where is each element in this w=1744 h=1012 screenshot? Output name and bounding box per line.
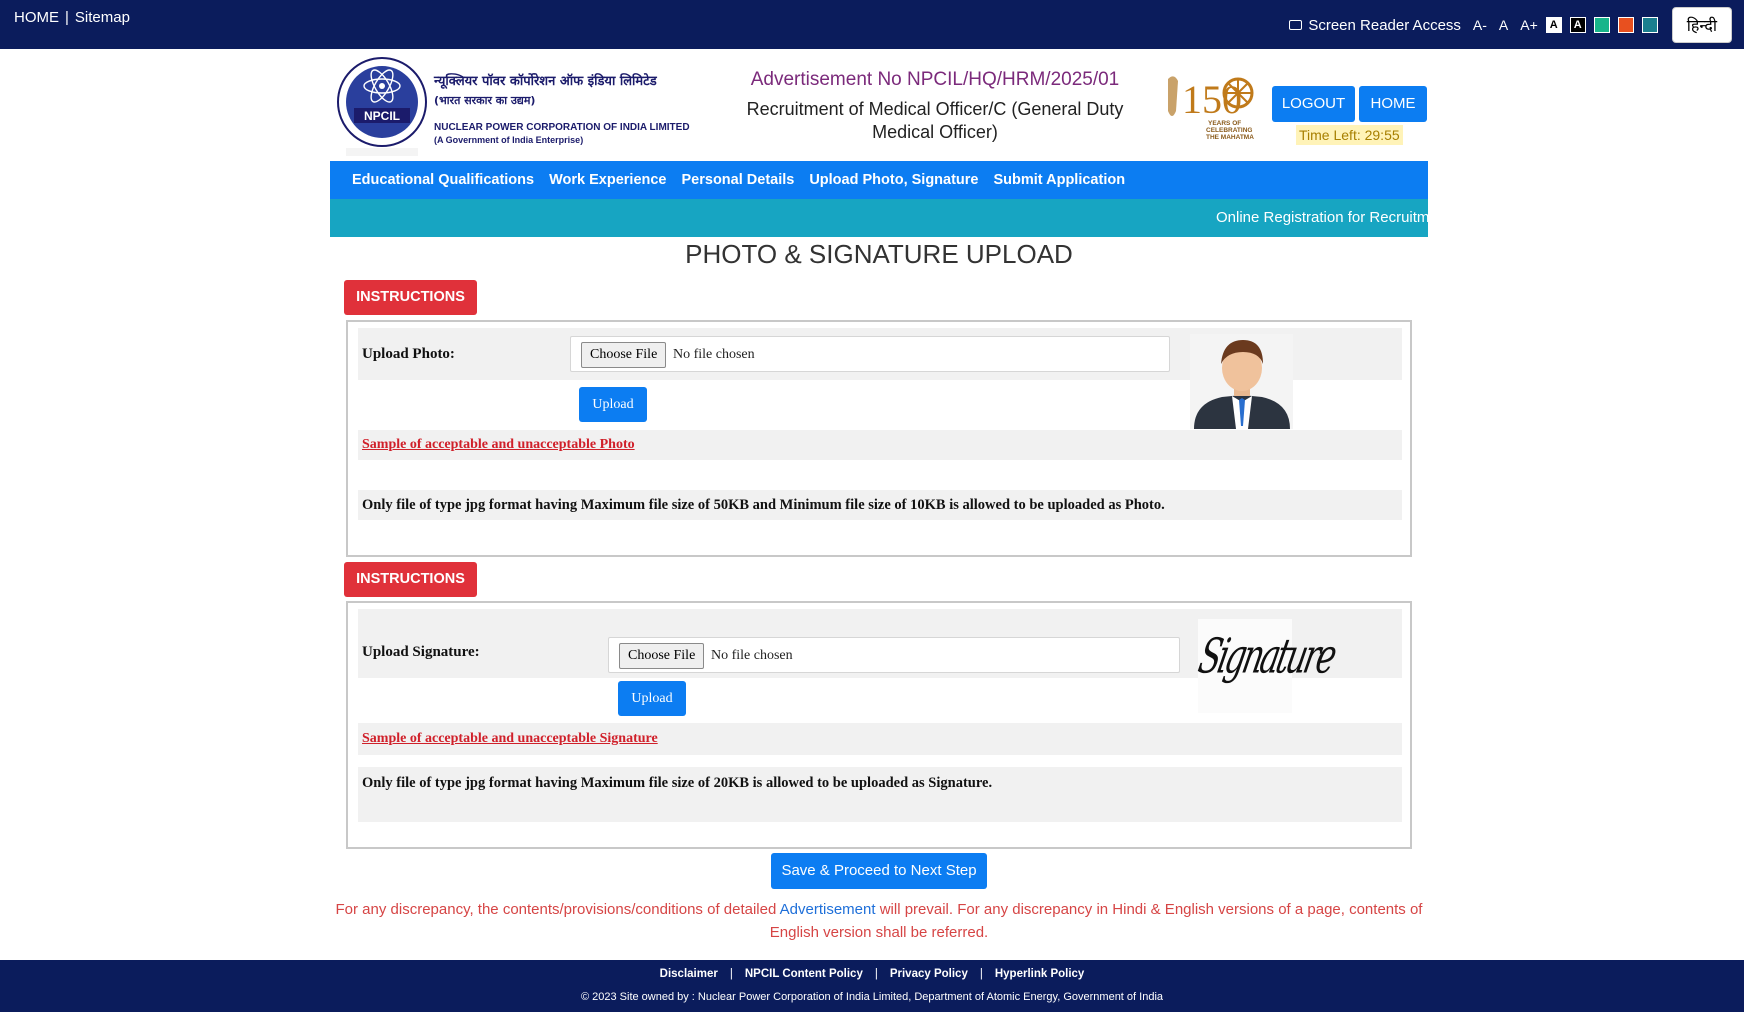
signature-file-note: Only file of type jpg format having Maxi… (362, 775, 993, 791)
top-links: HOME | Sitemap (14, 9, 130, 26)
screen-reader-icon (1289, 19, 1303, 30)
photo-file-input[interactable]: Choose File No file chosen (570, 336, 1170, 372)
separator: | (65, 9, 69, 26)
emblem-caption-3: THE MAHATMA (1206, 134, 1254, 141)
photo-choose-file-button[interactable]: Choose File (581, 342, 667, 368)
recruitment-title: Recruitment of Medical Officer/C (Genera… (746, 99, 1124, 142)
marquee-text: Online Registration for Recruitm (1216, 209, 1428, 226)
header: NPCIL न्यूक्लियर पॉवर कॉर्पोरेशन ऑफ इंडि… (330, 49, 1428, 161)
photo-sample-link[interactable]: Sample of acceptable and unacceptable Ph… (362, 437, 635, 453)
signature-sample-image: Signature (1194, 619, 1339, 713)
save-proceed-button[interactable]: Save & Proceed to Next Step (771, 853, 987, 889)
nav-educational-qualifications[interactable]: Educational Qualifications (352, 172, 534, 188)
separator: | (874, 968, 878, 980)
signature-choose-file-button[interactable]: Choose File (619, 643, 705, 669)
theme-white-button[interactable]: A (1545, 17, 1562, 33)
theme-green-button[interactable] (1593, 17, 1610, 33)
emblem-caption-1: YEARS OF (1208, 120, 1241, 127)
screen-reader-label: Screen Reader Access (1308, 16, 1461, 34)
signature-instructions-button[interactable]: INSTRUCTIONS (344, 562, 477, 597)
signature-sample-text: Signature (1193, 627, 1340, 685)
signature-file-input[interactable]: Choose File No file chosen (608, 637, 1180, 673)
org-name-hindi: न्यूक्लियर पॉवर कॉर्पोरेशन ऑफ इंडिया लिम… (434, 74, 657, 89)
photo-note-row: Only file of type jpg format having Maxi… (358, 490, 1402, 520)
time-left-counter: Time Left: 29:55 (1296, 125, 1403, 145)
nav-personal-details[interactable]: Personal Details (682, 172, 795, 188)
org-subtitle-hindi: (भारत सरकार का उद्यम) (434, 94, 536, 107)
photo-sample-row: Sample of acceptable and unacceptable Ph… (358, 430, 1402, 460)
org-subtitle-english: (A Government of India Enterprise) (434, 135, 584, 145)
signature-upload-button[interactable]: Upload (618, 681, 686, 716)
hindi-language-button[interactable]: हिन्दी (1671, 7, 1732, 43)
photo-upload-button[interactable]: Upload (579, 387, 647, 422)
copyright-text: © 2023 Site owned by : Nuclear Power Cor… (580, 991, 1164, 1003)
signature-upload-panel: Upload Signature: Choose File No file ch… (346, 601, 1412, 849)
page-title: PHOTO & SIGNATURE UPLOAD (685, 239, 1073, 269)
footer-privacy-policy-link[interactable]: Privacy Policy (890, 968, 968, 980)
npcil-logo: NPCIL (337, 57, 427, 156)
advertisement-link[interactable]: Advertisement (780, 901, 876, 918)
main-nav: Educational Qualifications Work Experien… (330, 161, 1428, 199)
font-decrease-button[interactable]: A- (1473, 17, 1487, 33)
screen-reader-link[interactable]: Screen Reader Access (1289, 17, 1461, 34)
signature-sample-row: Sample of acceptable and unacceptable Si… (358, 723, 1402, 755)
photo-instructions-button[interactable]: INSTRUCTIONS (344, 280, 477, 315)
photo-no-file-text: No file chosen (673, 347, 755, 362)
separator: | (979, 968, 983, 980)
disclaimer-text: For any discrepancy, the contents/provis… (330, 898, 1428, 944)
photo-placeholder-avatar (1190, 334, 1293, 429)
sitemap-link[interactable]: Sitemap (75, 9, 130, 26)
signature-note-row: Only file of type jpg format having Maxi… (358, 767, 1402, 822)
upload-photo-label: Upload Photo: (362, 346, 455, 362)
advertisement-number: Advertisement No NPCIL/HQ/HRM/2025/01 (750, 69, 1120, 90)
accessibility-tools: Screen Reader Access A- A A+ A A हिन्दी (1289, 7, 1732, 43)
footer-disclaimer-link[interactable]: Disclaimer (660, 968, 718, 980)
theme-teal-button[interactable] (1641, 17, 1658, 33)
gandhi-150-emblem: 150 YEARS OF CELEBRATING THE MAHATMA (1168, 76, 1254, 141)
emblem-caption-2: CELEBRATING (1206, 127, 1252, 134)
home-button[interactable]: HOME (1359, 86, 1427, 122)
theme-black-button[interactable]: A (1569, 17, 1586, 33)
photo-upload-panel: Upload Photo: Choose File No file chosen… (346, 320, 1412, 557)
signature-no-file-text: No file chosen (711, 648, 793, 663)
photo-file-note: Only file of type jpg format having Maxi… (362, 497, 1165, 513)
separator: | (729, 968, 733, 980)
top-bar: HOME | Sitemap Screen Reader Access A- A A… (0, 0, 1744, 49)
nav-work-experience[interactable]: Work Experience (549, 172, 666, 188)
org-name-english: NUCLEAR POWER CORPORATION OF INDIA LIMIT… (434, 122, 690, 133)
disclaimer-part1: For any discrepancy, the contents/provis… (335, 901, 780, 918)
logo-text: NPCIL (364, 109, 400, 123)
theme-orange-button[interactable] (1617, 17, 1634, 33)
announcement-marquee: Online Registration for Recruitm (330, 199, 1428, 237)
footer-content-policy-link[interactable]: NPCIL Content Policy (745, 968, 863, 980)
nav-upload-photo-signature[interactable]: Upload Photo, Signature (809, 172, 978, 188)
logout-button[interactable]: LOGOUT (1272, 86, 1355, 122)
font-increase-button[interactable]: A+ (1520, 17, 1538, 33)
signature-sample-link[interactable]: Sample of acceptable and unacceptable Si… (362, 731, 658, 747)
home-link[interactable]: HOME (14, 9, 59, 26)
footer-hyperlink-policy-link[interactable]: Hyperlink Policy (995, 968, 1084, 980)
emblem-years: 150 (1182, 77, 1242, 122)
footer: Disclaimer | NPCIL Content Policy | Privacy … (0, 960, 1744, 1012)
font-normal-button[interactable]: A (1499, 17, 1508, 33)
nav-submit-application[interactable]: Submit Application (994, 172, 1126, 188)
upload-signature-label: Upload Signature: (362, 644, 480, 660)
footer-links: Disclaimer | NPCIL Content Policy | Privacy … (0, 968, 1744, 980)
